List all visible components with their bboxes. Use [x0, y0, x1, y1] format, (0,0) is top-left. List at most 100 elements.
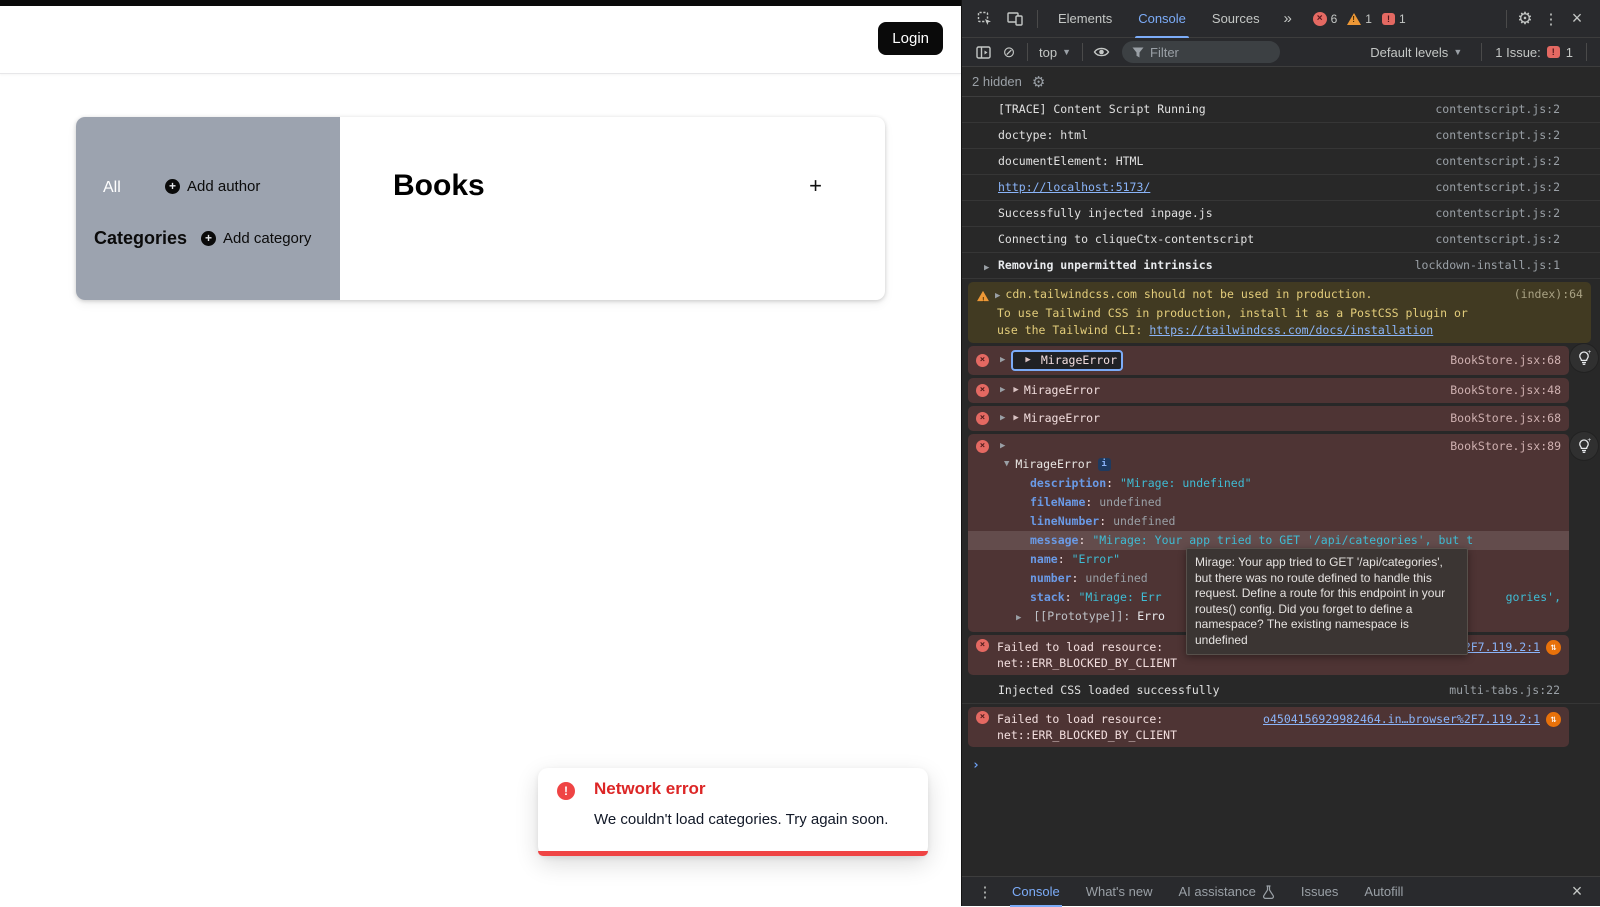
close-devtools-icon[interactable]: × [1564, 7, 1590, 31]
issue-icon: ! [1382, 13, 1395, 25]
more-tabs-icon[interactable]: » [1275, 7, 1301, 31]
drawer-tab-autofill[interactable]: Autofill [1352, 877, 1415, 907]
plus-circle-icon: + [201, 231, 216, 246]
tab-elements[interactable]: Elements [1047, 0, 1123, 38]
add-author-button[interactable]: + Add author [165, 178, 260, 195]
source-link[interactable]: multi-tabs.js:22 [1449, 682, 1560, 699]
svg-text:+: + [1588, 438, 1592, 444]
log-text: Injected CSS loaded successfully [998, 682, 1437, 699]
filter-box[interactable] [1122, 41, 1280, 63]
source-link[interactable]: (index):64 [1504, 286, 1583, 303]
flask-icon [1262, 885, 1275, 899]
expand-triangle-icon[interactable]: ▶ [1016, 613, 1021, 623]
expand-triangle-icon[interactable]: ▶ [1000, 382, 1005, 399]
filter-all-label[interactable]: All [103, 179, 121, 197]
source-link[interactable]: BookStore.jsx:68 [1450, 410, 1561, 427]
drawer-tab-issues[interactable]: Issues [1289, 877, 1351, 907]
expand-triangle-icon[interactable]: ▶ [1013, 382, 1018, 399]
devtools-panel: Elements Console Sources » × 6 ! 1 ! 1 ⚙… [961, 0, 1600, 906]
issue-counter-count: 1 [1566, 45, 1573, 60]
log-text: doctype: html [998, 127, 1423, 144]
inspect-element-icon[interactable] [972, 7, 998, 31]
ai-explain-lightbulb-icon[interactable]: + [1570, 432, 1598, 460]
console-prompt[interactable]: › [962, 750, 1600, 773]
console-output: [TRACE] Content Script Running contentsc… [962, 97, 1600, 876]
warning-text: To use Tailwind CSS in production, insta… [997, 305, 1583, 322]
log-text: Connecting to cliqueCtx-contentscript [998, 231, 1423, 248]
localhost-link[interactable]: http://localhost:5173/ [998, 179, 1423, 196]
error-message[interactable]: × ▶ ▶ MirageError BookStore.jsx:68 + [968, 346, 1569, 375]
object-property: description: "Mirage: undefined" [976, 474, 1561, 493]
log-row: [TRACE] Content Script Running contentsc… [962, 97, 1600, 123]
add-author-label: Add author [187, 178, 260, 195]
info-badge-icon[interactable]: i [1098, 458, 1111, 471]
expand-triangle-icon[interactable]: ▶ [995, 288, 1000, 305]
warning-count-badge[interactable]: ! 1 [1347, 12, 1372, 26]
live-expression-eye-icon[interactable] [1088, 40, 1114, 64]
tailwind-docs-link[interactable]: https://tailwindcss.com/docs/installatio… [1149, 323, 1433, 337]
add-category-button[interactable]: + Add category [201, 230, 311, 247]
source-link[interactable]: contentscript.js:2 [1435, 179, 1560, 196]
toolbar-right: Default levels ▼ 1 Issue: ! 1 [1364, 43, 1592, 61]
issue-count: 1 [1399, 12, 1406, 26]
log-row: documentElement: HTML contentscript.js:2 [962, 149, 1600, 175]
error-message[interactable]: × ▶ ▶ MirageError BookStore.jsx:48 [968, 378, 1569, 403]
ai-explain-lightbulb-icon[interactable]: + [1570, 344, 1598, 372]
settings-gear-icon[interactable]: ⚙ [1512, 7, 1538, 31]
default-levels-dropdown[interactable]: Default levels ▼ [1364, 45, 1468, 60]
console-toolbar: ⊘ top ▼ Default levels ▼ 1 Issue: ! 1 [962, 38, 1600, 67]
source-link[interactable]: lockdown-install.js:1 [1415, 257, 1560, 274]
source-link[interactable]: contentscript.js:2 [1435, 127, 1560, 144]
close-drawer-icon[interactable]: × [1564, 880, 1590, 904]
source-link[interactable]: BookStore.jsx:48 [1450, 382, 1561, 399]
source-link[interactable]: contentscript.js:2 [1435, 153, 1560, 170]
log-row: Connecting to cliqueCtx-contentscript co… [962, 227, 1600, 253]
expand-triangle-icon[interactable]: ▶ [1013, 410, 1018, 427]
tab-sources[interactable]: Sources [1201, 0, 1271, 38]
network-swap-icon[interactable]: ⇅ [1546, 640, 1561, 655]
console-sidebar-icon[interactable] [970, 40, 996, 64]
error-name: MirageError [1024, 382, 1100, 399]
drawer-tab-console[interactable]: Console [1000, 877, 1072, 907]
focused-error-object[interactable]: ▶ MirageError [1011, 350, 1123, 371]
warning-message: ! ▶ cdn.tailwindcss.com should not be us… [968, 282, 1591, 343]
expand-triangle-icon[interactable]: ▶ [984, 260, 989, 277]
gear-icon[interactable]: ⚙ [1032, 73, 1045, 91]
drawer-kebab-menu-icon[interactable]: ⋮ [972, 880, 998, 904]
network-swap-icon[interactable]: ⇅ [1546, 712, 1561, 727]
expand-triangle-icon[interactable]: ▶ [1000, 410, 1005, 427]
add-category-label: Add category [223, 230, 311, 247]
device-toolbar-icon[interactable] [1002, 7, 1028, 31]
source-link[interactable]: contentscript.js:2 [1435, 101, 1560, 118]
log-row: Successfully injected inpage.js contents… [962, 201, 1600, 227]
add-book-button[interactable]: + [809, 173, 822, 199]
books-card: All + Add author Categories + Add catego… [76, 117, 885, 300]
error-circle-icon: × [1313, 12, 1327, 26]
hidden-count-label[interactable]: 2 hidden [972, 74, 1022, 89]
expanded-triangle-icon[interactable]: ▼ [1004, 455, 1009, 474]
tab-console[interactable]: Console [1127, 0, 1197, 38]
source-link[interactable]: BookStore.jsx:89 [1450, 438, 1561, 455]
issue-counter[interactable]: 1 Issue: ! 1 [1495, 45, 1573, 60]
error-message[interactable]: × ▶ ▶ MirageError BookStore.jsx:68 [968, 406, 1569, 431]
error-circle-icon: × [976, 354, 989, 367]
failed-text: Failed to load resource: net::ERR_BLOCKE… [997, 639, 1197, 671]
source-link[interactable]: contentscript.js:2 [1435, 205, 1560, 222]
login-button[interactable]: Login [878, 22, 943, 55]
toast-progress-bar [538, 851, 928, 856]
collapse-triangle-icon[interactable]: ▶ [1000, 438, 1005, 455]
source-link[interactable]: contentscript.js:2 [1435, 231, 1560, 248]
drawer-tab-whats-new[interactable]: What's new [1074, 877, 1165, 907]
filter-input[interactable] [1150, 45, 1260, 60]
error-count-badge[interactable]: × 6 [1313, 12, 1338, 26]
source-link[interactable]: BookStore.jsx:68 [1450, 352, 1561, 369]
expand-triangle-icon[interactable]: ▶ [1000, 352, 1005, 369]
separator [1037, 10, 1038, 28]
drawer-tab-ai-assistance[interactable]: AI assistance [1167, 877, 1287, 907]
context-selector[interactable]: top ▼ [1033, 45, 1077, 60]
kebab-menu-icon[interactable]: ⋮ [1538, 7, 1564, 31]
clear-console-icon[interactable]: ⊘ [996, 40, 1022, 64]
resource-link[interactable]: o4504156929982464.in…browser%2F7.119.2:1 [1263, 711, 1540, 728]
status-badges: × 6 ! 1 ! 1 [1313, 12, 1406, 26]
issue-count-badge[interactable]: ! 1 [1382, 12, 1406, 26]
